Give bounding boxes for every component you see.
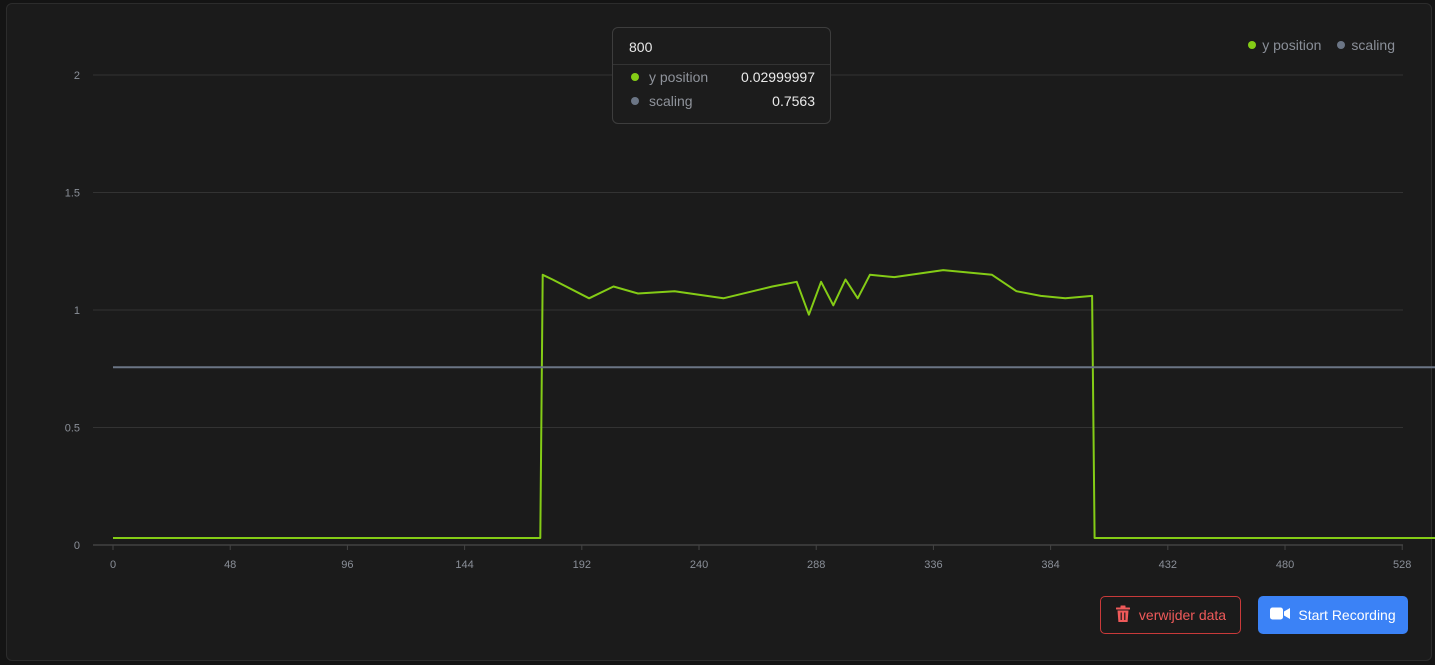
- y-axis-ticks: 0 0.5 1 1.5 2: [65, 70, 80, 552]
- grid-lines: [93, 74, 1403, 546]
- tooltip-value-y-position: 0.02999997: [741, 69, 815, 85]
- x-tick-label: 336: [924, 559, 942, 571]
- tooltip-title: 800: [613, 28, 830, 65]
- legend-item-y-position[interactable]: y position: [1248, 37, 1321, 53]
- series-line-y-position: [113, 269, 1435, 539]
- tooltip-dot-scaling: [631, 97, 639, 105]
- x-tick-label: 96: [341, 559, 353, 571]
- x-tick-label: 432: [1159, 559, 1177, 571]
- legend-dot-y-position: [1248, 41, 1257, 49]
- trash-icon: [1115, 605, 1131, 626]
- x-tick-label: 384: [1041, 559, 1059, 571]
- legend-dot-scaling: [1337, 41, 1346, 49]
- x-tick-label: 528: [1393, 559, 1411, 571]
- delete-data-label: verwijder data: [1138, 607, 1227, 623]
- x-tick-label: 144: [455, 559, 473, 571]
- y-tick-label: 1: [74, 305, 80, 317]
- legend-label-y-position: y position: [1262, 37, 1322, 53]
- tooltip-row-scaling: scaling 0.7563: [613, 89, 830, 113]
- tooltip-value-scaling: 0.7563: [772, 93, 815, 109]
- x-tick-label: 192: [573, 559, 591, 571]
- series-lines: [113, 269, 1435, 539]
- tooltip-name-y-position: y position: [649, 69, 709, 85]
- delete-data-button[interactable]: verwijder data: [1100, 596, 1241, 634]
- video-camera-icon: [1270, 607, 1291, 623]
- start-recording-label: Start Recording: [1298, 607, 1396, 623]
- chart-tooltip: 800 y position 0.02999997 scaling 0.7563: [612, 27, 831, 124]
- legend-item-scaling[interactable]: scaling: [1337, 37, 1395, 53]
- chart-legend: y position scaling: [1248, 37, 1395, 53]
- y-tick-label: 0.5: [65, 423, 80, 435]
- x-tick-label: 240: [690, 559, 708, 571]
- x-tick-label: 288: [807, 559, 825, 571]
- tooltip-name-scaling: scaling: [649, 93, 693, 109]
- y-tick-label: 2: [74, 70, 80, 82]
- start-recording-button[interactable]: Start Recording: [1258, 596, 1408, 634]
- x-axis-ticks: 0489614419224028833638443248052857662467…: [110, 545, 1411, 571]
- legend-label-scaling: scaling: [1351, 37, 1395, 53]
- y-tick-label: 1.5: [65, 188, 80, 200]
- x-tick-label: 48: [224, 559, 236, 571]
- y-tick-label: 0: [74, 540, 80, 552]
- x-tick-label: 480: [1276, 559, 1294, 571]
- x-tick-label: 0: [110, 559, 116, 571]
- tooltip-row-y-position: y position 0.02999997: [613, 65, 830, 89]
- tooltip-dot-y-position: [631, 73, 639, 81]
